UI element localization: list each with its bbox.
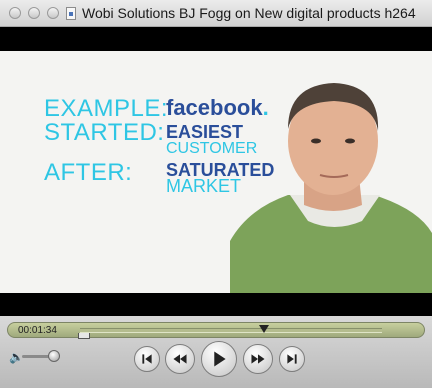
fast-forward-button[interactable]	[243, 344, 273, 374]
skip-forward-icon	[287, 354, 297, 364]
movie-file-icon	[66, 7, 76, 20]
rewind-button[interactable]	[165, 344, 195, 374]
selection-start-marker[interactable]	[78, 333, 90, 339]
timeline-track[interactable]	[80, 328, 382, 333]
zoom-window-button[interactable]	[47, 7, 59, 19]
video-area[interactable]: EXAMPLE: facebook. STARTED: EASIEST CUST…	[0, 27, 432, 316]
playhead[interactable]	[259, 325, 270, 333]
playback-controls: 00:01:34 🔈	[0, 316, 432, 388]
example-label: EXAMPLE:	[44, 95, 169, 122]
speaker-figure	[230, 83, 432, 293]
skip-to-end-button[interactable]	[279, 346, 305, 372]
close-window-button[interactable]	[9, 7, 21, 19]
skip-to-start-button[interactable]	[134, 346, 160, 372]
play-button[interactable]	[201, 341, 237, 377]
video-frame[interactable]: EXAMPLE: facebook. STARTED: EASIEST CUST…	[0, 51, 432, 293]
scrubber-bar[interactable]: 00:01:34	[7, 322, 425, 339]
window-title: Wobi Solutions BJ Fogg on New digital pr…	[82, 5, 416, 21]
minimize-window-button[interactable]	[28, 7, 40, 19]
after-label: AFTER:	[44, 159, 133, 186]
play-icon	[214, 351, 226, 367]
skip-back-icon	[142, 354, 152, 364]
title-bar[interactable]: Wobi Solutions BJ Fogg on New digital pr…	[0, 0, 432, 27]
fast-forward-icon	[251, 354, 265, 364]
rewind-icon	[173, 354, 187, 364]
current-time: 00:01:34	[18, 325, 57, 336]
quicktime-window: Wobi Solutions BJ Fogg on New digital pr…	[0, 0, 432, 388]
volume-knob[interactable]	[48, 350, 61, 362]
started-label: STARTED:	[44, 119, 165, 146]
